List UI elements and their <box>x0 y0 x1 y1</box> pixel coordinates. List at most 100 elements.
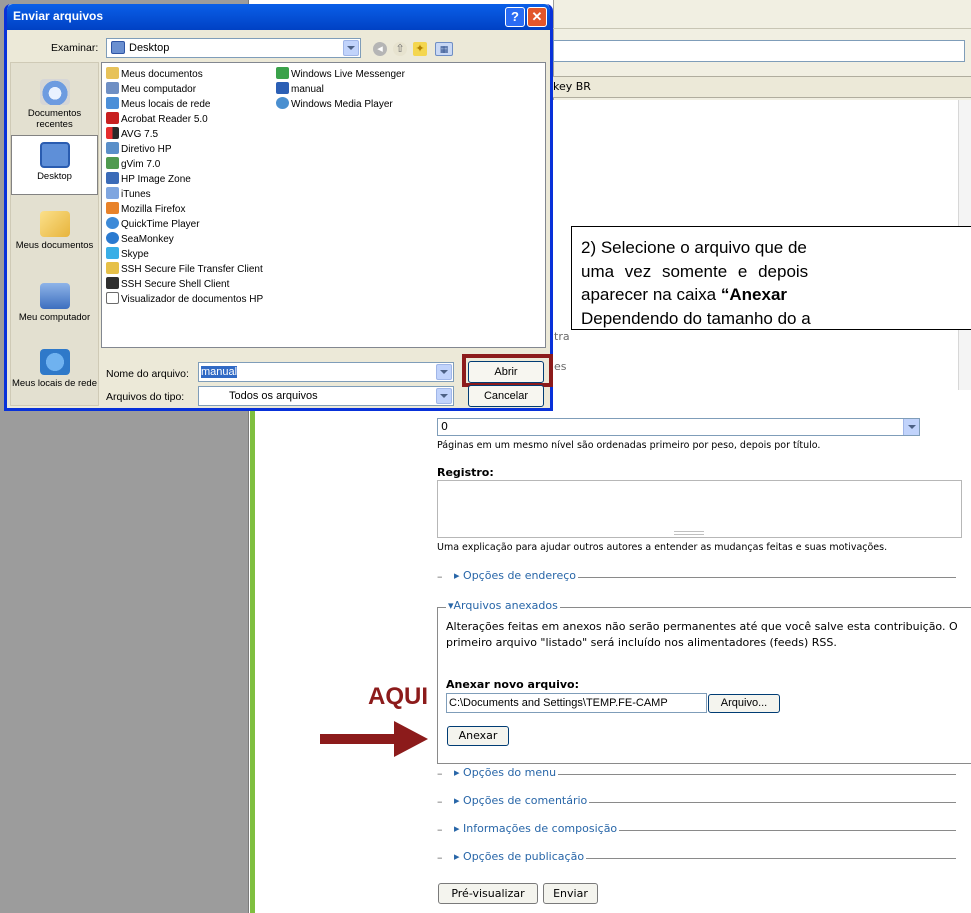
fieldset-legend: Opções de publicação <box>463 850 585 863</box>
computer-icon <box>106 82 119 94</box>
file-item[interactable]: Mozilla Firefox <box>106 202 185 217</box>
publish-options-toggle[interactable]: ▸ Opções de publicação <box>452 850 587 863</box>
hidden-text-fragment: es <box>554 360 567 373</box>
filetype-label: Arquivos do tipo: <box>106 391 185 403</box>
menu-options-toggle[interactable]: ▸ Opções do menu <box>452 766 559 779</box>
preview-button[interactable]: Pré-visualizar <box>438 883 538 904</box>
file-list[interactable]: Meus documentos Meu computador Meus loca… <box>101 62 546 348</box>
file-path-input[interactable]: C:\Documents and Settings\TEMP.FE-CAMP <box>446 693 707 713</box>
fieldset-dash: – <box>437 570 443 583</box>
hp-director-icon <box>106 142 119 154</box>
quicktime-icon <box>106 217 119 229</box>
triangle-right-icon: ▸ <box>454 794 460 807</box>
file-name: Windows Media Player <box>291 99 393 110</box>
file-item[interactable]: Windows Media Player <box>276 97 393 112</box>
file-item[interactable]: Diretivo HP <box>106 142 172 157</box>
arrow-right-icon <box>320 721 428 757</box>
file-item[interactable]: Windows Live Messenger <box>276 67 405 82</box>
submit-button[interactable]: Enviar <box>543 883 598 904</box>
place-label: Desktop <box>37 171 72 182</box>
weight-value: 0 <box>441 420 448 433</box>
place-my-computer[interactable]: Meu computador <box>11 283 98 323</box>
file-item[interactable]: Skype <box>106 247 149 262</box>
address-bar[interactable] <box>553 40 965 62</box>
file-item[interactable]: Visualizador de documentos HP <box>106 292 263 307</box>
file-name: Meu computador <box>121 84 197 95</box>
network-icon <box>106 97 119 109</box>
cancel-button[interactable]: Cancelar <box>468 385 544 407</box>
file-name: Diretivo HP <box>121 144 172 155</box>
chevron-down-icon[interactable] <box>903 419 919 435</box>
back-icon[interactable]: ◂ <box>373 42 387 56</box>
filetype-select[interactable]: Todos os arquivos <box>198 386 454 406</box>
attach-button[interactable]: Anexar <box>447 726 509 746</box>
composition-info-toggle[interactable]: ▸ Informações de composição <box>452 822 620 835</box>
file-item[interactable]: Acrobat Reader 5.0 <box>106 112 208 127</box>
new-file-label: Anexar novo arquivo: <box>446 678 579 691</box>
file-item[interactable]: iTunes <box>106 187 151 202</box>
view-menu-icon[interactable]: ▦ <box>435 42 453 56</box>
filetype-value: Todos os arquivos <box>229 390 318 402</box>
instruction-callout: 2) Selecione o arquivo que de uma vez so… <box>571 226 971 330</box>
file-item[interactable]: Meu computador <box>106 82 196 97</box>
address-options-toggle[interactable]: ▸ Opções de endereço <box>452 569 579 582</box>
skype-icon <box>106 247 119 259</box>
hp-viewer-icon <box>106 292 119 304</box>
chevron-down-icon[interactable] <box>343 40 359 56</box>
attachments-description: Alterações feitas em anexos não serão pe… <box>446 620 958 649</box>
registro-textarea[interactable] <box>437 480 962 538</box>
triangle-right-icon: ▸ <box>454 850 460 863</box>
up-folder-icon[interactable]: ⇧ <box>393 42 407 56</box>
fieldset-legend: Opções de endereço <box>463 569 577 582</box>
file-name: gVim 7.0 <box>121 159 161 170</box>
computer-icon <box>39 283 70 309</box>
close-button[interactable]: ✕ <box>527 7 547 27</box>
file-item[interactable]: SSH Secure Shell Client <box>106 277 229 292</box>
comment-options-toggle[interactable]: ▸ Opções de comentário <box>452 794 590 807</box>
file-name: AVG 7.5 <box>121 129 159 140</box>
place-my-documents[interactable]: Meus documentos <box>11 211 98 251</box>
look-in-select[interactable]: Desktop <box>106 38 361 58</box>
resize-grip[interactable] <box>674 531 704 535</box>
file-item[interactable]: HP Image Zone <box>106 172 191 187</box>
file-name: Meus locais de rede <box>121 99 211 110</box>
new-folder-icon[interactable]: ✦ <box>413 42 427 56</box>
file-item[interactable]: manual <box>276 82 324 97</box>
dialog-titlebar[interactable]: Enviar arquivos ? ✕ <box>7 4 550 30</box>
place-recent[interactable]: Documentos recentes <box>11 79 98 130</box>
acrobat-icon <box>106 112 119 124</box>
weight-help-text: Páginas em um mesmo nível são ordenadas … <box>437 440 821 451</box>
chevron-down-icon[interactable] <box>436 364 452 380</box>
ssh-ftp-icon <box>106 262 119 274</box>
file-item[interactable]: QuickTime Player <box>106 217 200 232</box>
file-name: Meus documentos <box>121 69 203 80</box>
place-network[interactable]: Meus locais de rede <box>11 349 98 389</box>
filename-input[interactable]: manual <box>198 362 454 382</box>
triangle-right-icon: ▸ <box>454 569 460 582</box>
file-item[interactable]: Meus locais de rede <box>106 97 211 112</box>
file-item[interactable]: AVG 7.5 <box>106 127 158 142</box>
filename-value: manual <box>201 366 238 378</box>
place-desktop[interactable]: Desktop <box>11 135 98 195</box>
help-button[interactable]: ? <box>505 7 525 27</box>
file-item[interactable]: Meus documentos <box>106 67 203 82</box>
attachments-toggle[interactable]: ▾Arquivos anexados <box>446 599 560 612</box>
file-item[interactable]: gVim 7.0 <box>106 157 160 172</box>
file-item[interactable]: SeaMonkey <box>106 232 174 247</box>
weight-select[interactable]: 0 <box>437 418 920 436</box>
file-name: SSH Secure Shell Client <box>121 279 230 290</box>
chevron-down-icon[interactable] <box>436 388 452 404</box>
fieldset-legend: Opções do menu <box>463 766 557 779</box>
tab-title[interactable]: key BR <box>553 80 591 93</box>
folder-icon <box>106 67 119 79</box>
file-item[interactable]: SSH Secure File Transfer Client <box>106 262 263 277</box>
file-name: Skype <box>121 249 149 260</box>
itunes-icon <box>106 187 119 199</box>
browse-button[interactable]: Arquivo... <box>708 694 780 713</box>
registro-label: Registro: <box>437 466 494 479</box>
fieldset-dash: – <box>437 795 443 808</box>
clock-icon <box>39 79 70 105</box>
filename-label: Nome do arquivo: <box>106 368 189 380</box>
fieldset-dash: – <box>437 823 443 836</box>
tab-strip[interactable] <box>553 76 971 98</box>
